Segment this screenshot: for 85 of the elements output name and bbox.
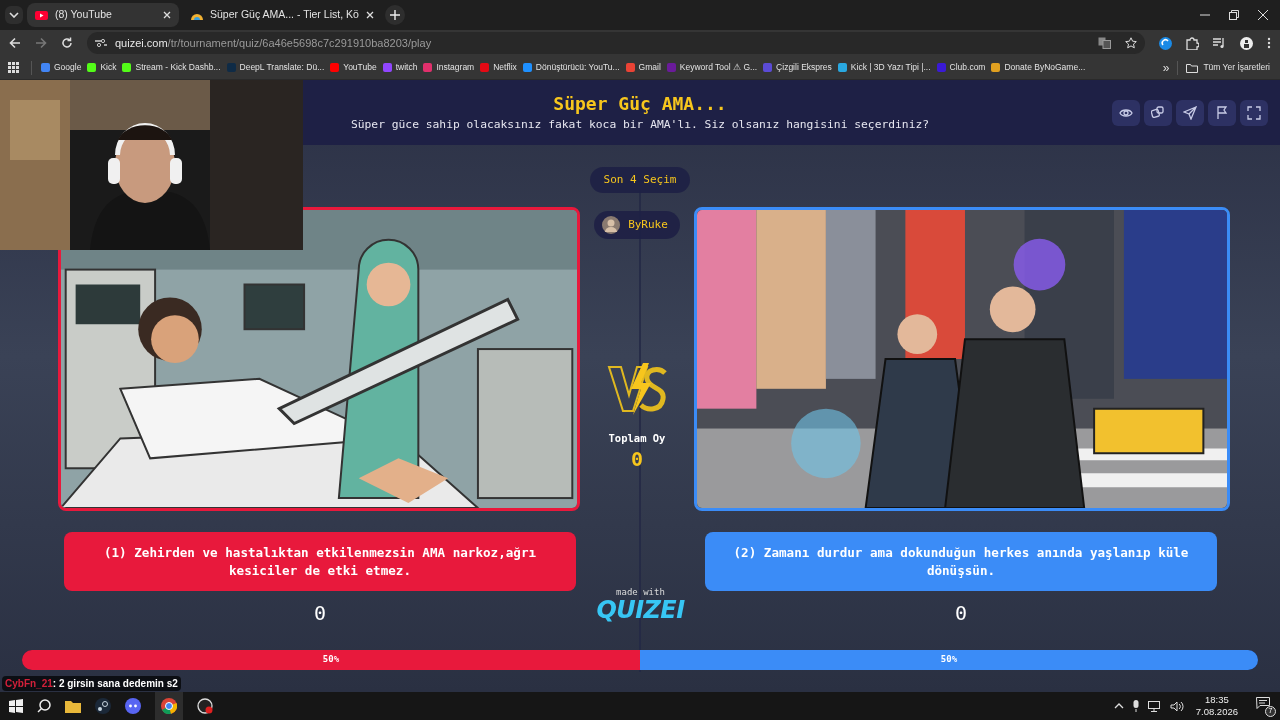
- close-icon[interactable]: [1258, 10, 1268, 20]
- eye-button[interactable]: [1112, 100, 1140, 126]
- quizei-logo[interactable]: QUIZEI: [596, 597, 685, 623]
- steam-icon[interactable]: [95, 698, 111, 714]
- quiz-subtitle: Süper güce sahip olacaksınız fakat koca bir AMA'lı. Siz olsanız hangisini seçerdiniz?: [350, 117, 930, 133]
- discord-icon[interactable]: [125, 698, 141, 714]
- send-icon: [1183, 106, 1197, 120]
- close-icon[interactable]: [163, 11, 171, 19]
- answer-option-button[interactable]: (1) Zehirden ve hastalıktan etkilenmezsin AMA narkoz,ağrı kesiciler de etki etmez.: [64, 532, 576, 591]
- bookmark[interactable]: Çizgili Ekspres: [760, 57, 835, 78]
- bookmark[interactable]: Kick | 3D Yazı Tipi |...: [834, 57, 934, 78]
- play-logo-icon: [35, 10, 48, 20]
- creator-chip[interactable]: ByRuke: [594, 211, 680, 239]
- bookmark[interactable]: Donate ByNoGame...: [988, 57, 1089, 78]
- fullscreen-icon: [1247, 106, 1261, 120]
- reload-icon[interactable]: [61, 37, 73, 49]
- tab-title: Süper Güç AMA... - Tier List, Kö: [210, 7, 359, 23]
- plus-icon: [390, 10, 400, 20]
- translate-icon[interactable]: [1098, 37, 1111, 49]
- menu-icon[interactable]: [1267, 37, 1271, 49]
- bookmark[interactable]: Google: [38, 57, 85, 78]
- chevron-down-icon: [9, 12, 19, 18]
- more-bookmarks-button[interactable]: »: [1162, 58, 1170, 77]
- windows-start-icon[interactable]: [9, 699, 23, 713]
- dice-button[interactable]: [1144, 100, 1172, 126]
- close-icon[interactable]: [365, 11, 374, 19]
- tab-list-button[interactable]: [5, 6, 23, 24]
- total-votes-count: 0: [630, 446, 643, 471]
- fullscreen-button[interactable]: [1240, 100, 1268, 126]
- back-icon[interactable]: [9, 37, 21, 49]
- dice-icon: [1151, 106, 1165, 120]
- progress-fill: 50%: [22, 650, 640, 670]
- eye-icon: [1119, 106, 1133, 120]
- url-text: quizei.com/tr/tournament/quiz/6a46e5698c7c291910ba8203/play: [115, 35, 433, 51]
- address-bar[interactable]: quizei.com/tr/tournament/quiz/6a46e5698c7c291910ba8203/play: [87, 32, 1145, 54]
- browser-tab[interactable]: Süper Güç AMA... - Tier List, Kö: [183, 3, 379, 27]
- puzzle-icon[interactable]: [1186, 36, 1199, 50]
- forward-icon[interactable]: [35, 37, 47, 49]
- profile-avatar-icon[interactable]: [1240, 36, 1253, 50]
- made-with-label: made with: [616, 587, 665, 597]
- send-button[interactable]: [1176, 100, 1204, 126]
- bookmark[interactable]: Keyword Tool ⚠ G...: [663, 57, 761, 78]
- bookmark[interactable]: Dönüştürücü: YouTu...: [519, 57, 623, 78]
- taskbar-app-button[interactable]: [155, 692, 183, 720]
- volume-icon[interactable]: [1169, 700, 1184, 712]
- progress-fill: 50%: [640, 650, 1258, 670]
- bookmark[interactable]: Instagram: [420, 57, 478, 78]
- extension-logo-icon[interactable]: [1159, 36, 1172, 50]
- microphone-icon[interactable]: [1131, 700, 1140, 712]
- chevron-up-icon[interactable]: [1113, 703, 1124, 709]
- vote-count: 0: [313, 600, 326, 627]
- stream-chat-message: CybFn_21: 2 girsin sana dedemin s2: [2, 676, 181, 691]
- all-bookmarks-button[interactable]: Tüm Yer İşaretleri: [1186, 61, 1270, 74]
- clock[interactable]: 18:35 7.08.2026: [1191, 694, 1242, 718]
- bookmark[interactable]: Kick: [84, 57, 120, 78]
- apps-grid-icon[interactable]: [8, 62, 19, 73]
- message-icon: [1256, 697, 1270, 709]
- restore-icon[interactable]: [1229, 10, 1239, 20]
- folder-icon[interactable]: [65, 699, 81, 713]
- network-icon[interactable]: [1147, 700, 1162, 712]
- tab-title: (8) YouTube: [55, 7, 113, 23]
- site-info-icon[interactable]: [95, 38, 107, 48]
- flag-button[interactable]: [1208, 100, 1236, 126]
- search-icon[interactable]: [37, 699, 51, 713]
- bookmark[interactable]: Gmail: [622, 57, 664, 78]
- vote-count: 0: [954, 600, 967, 627]
- bookmark[interactable]: Club.com: [933, 57, 989, 78]
- quiz-title: Süper Güç AMA...: [553, 92, 727, 116]
- bookmark[interactable]: DeepL Translate: Dü...: [223, 57, 328, 78]
- media-queue-icon[interactable]: [1213, 37, 1226, 49]
- obs-icon[interactable]: [197, 698, 213, 714]
- new-tab-button[interactable]: [385, 5, 405, 25]
- total-votes-label: Toplam Oy: [608, 431, 666, 446]
- chrome-icon: [161, 698, 177, 714]
- versus-lightning-icon: [605, 361, 669, 417]
- user-avatar-icon: [602, 216, 621, 234]
- bookmark[interactable]: Netflix: [477, 57, 520, 78]
- bookmark[interactable]: YouTube: [327, 57, 380, 78]
- recent-choices-label: Son 4 Seçim: [589, 167, 691, 193]
- bookmark[interactable]: twitch: [379, 57, 421, 78]
- star-icon[interactable]: [1125, 37, 1137, 49]
- folder-icon: [1186, 62, 1199, 73]
- bookmark[interactable]: Stream - Kick Dashb...: [119, 57, 224, 78]
- browser-tab[interactable]: (8) YouTube: [27, 3, 179, 27]
- flag-icon: [1215, 106, 1229, 120]
